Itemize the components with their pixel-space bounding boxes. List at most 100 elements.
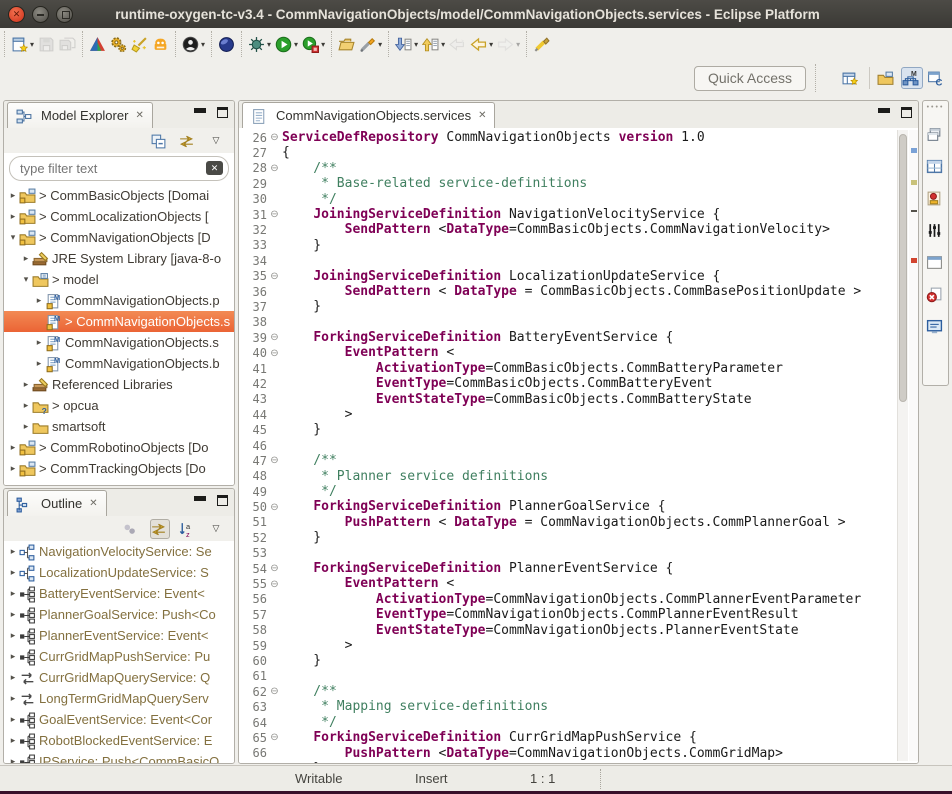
build-gears-button[interactable]: [108, 34, 129, 55]
maximize-view-button[interactable]: [217, 107, 228, 118]
outline-item[interactable]: ▸PlannerEventService: Event<: [4, 625, 234, 646]
annotation-mark[interactable]: [911, 148, 917, 153]
focus-button[interactable]: [122, 519, 142, 539]
outline-item[interactable]: ▸CurrGridMapPushService: Pu: [4, 646, 234, 667]
expand-arrow-icon[interactable]: ▸: [33, 358, 45, 369]
expand-arrow-icon[interactable]: ▸: [7, 463, 19, 474]
tree-item[interactable]: ▸MCommNavigationObjects.b: [4, 353, 234, 374]
tree-item[interactable]: ▸smartsoft: [4, 416, 234, 437]
filter-input[interactable]: [9, 156, 229, 181]
resource-perspective-button[interactable]: [876, 67, 898, 89]
minimize-view-button[interactable]: [194, 107, 205, 118]
expand-arrow-icon[interactable]: ▸: [20, 421, 32, 432]
clean-broom-button[interactable]: [129, 34, 150, 55]
dropdown-arrow-icon[interactable]: ▾: [294, 40, 298, 49]
next-annotation-button[interactable]: ▾: [393, 34, 420, 55]
dropdown-arrow-icon[interactable]: ▾: [516, 40, 520, 49]
overview-ruler[interactable]: [909, 130, 918, 761]
window-minimize-button[interactable]: [32, 6, 49, 23]
minimize-view-button[interactable]: [878, 107, 889, 118]
expand-arrow-icon[interactable]: ▸: [7, 651, 19, 662]
expand-arrow-icon[interactable]: ▸: [20, 379, 32, 390]
tree-item[interactable]: ▸> CommRobotinoObjects [Do: [4, 437, 234, 458]
expand-arrow-icon[interactable]: ▸: [33, 295, 45, 306]
dropdown-arrow-icon[interactable]: ▾: [378, 40, 382, 49]
properties-view-button[interactable]: [925, 219, 946, 240]
tab-outline[interactable]: Outline ✕: [7, 490, 107, 516]
link-with-editor-button[interactable]: [150, 519, 170, 539]
tab-model-explorer[interactable]: Model Explorer ✕: [7, 102, 153, 128]
tree-item[interactable]: ▸MCommNavigationObjects.s: [4, 332, 234, 353]
run-external-button[interactable]: ▾: [300, 34, 327, 55]
outline-item[interactable]: ▸IPService: Push<CommBasicO: [4, 751, 234, 764]
link-with-editor-button[interactable]: [178, 131, 198, 151]
fold-marker-icon[interactable]: ⊖: [267, 163, 282, 174]
window-close-button[interactable]: [8, 6, 25, 23]
fold-marker-icon[interactable]: ⊖: [267, 732, 282, 743]
expand-arrow-icon[interactable]: ▸: [7, 609, 19, 620]
outline-item[interactable]: ▸BatteryEventService: Event<: [4, 583, 234, 604]
fold-marker-icon[interactable]: ⊖: [267, 579, 282, 590]
outline-item[interactable]: ▸CurrGridMapQueryService: Q: [4, 667, 234, 688]
tree-item[interactable]: ▸> CommBasicObjects [Domai: [4, 185, 234, 206]
clear-filter-icon[interactable]: ✕: [206, 161, 223, 175]
expand-arrow-icon[interactable]: ▸: [7, 546, 19, 557]
outline-item[interactable]: ▸NavigationVelocityService: Se: [4, 541, 234, 562]
expand-arrow-icon[interactable]: ▸: [7, 630, 19, 641]
back-button[interactable]: ▾: [468, 34, 495, 55]
restore-views-button[interactable]: [925, 123, 946, 144]
scrollbar-thumb[interactable]: [899, 134, 907, 402]
console-view-button[interactable]: [925, 315, 946, 336]
expand-arrow-icon[interactable]: ▾: [20, 274, 32, 285]
outline-item[interactable]: ▸PlannerGoalService: Push<Co: [4, 604, 234, 625]
close-icon[interactable]: ✕: [135, 110, 143, 121]
view-menu-button[interactable]: ▽: [206, 519, 226, 539]
drag-handle[interactable]: ••••: [927, 104, 945, 112]
prism-button[interactable]: [87, 34, 108, 55]
outline-item[interactable]: ▸RobotBlockedEventService: E: [4, 730, 234, 751]
open-perspective-button[interactable]: [841, 67, 863, 89]
dropdown-arrow-icon[interactable]: ▾: [441, 40, 445, 49]
close-icon[interactable]: ✕: [478, 110, 486, 121]
pen-button[interactable]: ▾: [357, 34, 384, 55]
expand-arrow-icon[interactable]: ▸: [7, 567, 19, 578]
annotation-mark[interactable]: [911, 180, 917, 185]
table-view-button[interactable]: [925, 155, 946, 176]
code-editor[interactable]: 26⊖ServiceDefRepository CommNavigationOb…: [239, 130, 896, 763]
fold-marker-icon[interactable]: ⊖: [267, 209, 282, 220]
user-account-button[interactable]: ▾: [180, 34, 207, 55]
dropdown-arrow-icon[interactable]: ▾: [321, 40, 325, 49]
previous-annotation-button[interactable]: ▾: [420, 34, 447, 55]
maximize-view-button[interactable]: [901, 107, 912, 118]
expand-arrow-icon[interactable]: ▸: [7, 442, 19, 453]
debug-button[interactable]: ▾: [246, 34, 273, 55]
modeling-perspective-button[interactable]: M: [901, 67, 923, 89]
palette-view-button[interactable]: [925, 187, 946, 208]
expand-arrow-icon[interactable]: ▾: [7, 232, 19, 243]
fold-marker-icon[interactable]: ⊖: [267, 455, 282, 466]
cpp-perspective-button[interactable]: C: [926, 67, 948, 89]
expand-arrow-icon[interactable]: ▸: [7, 190, 19, 201]
dropdown-arrow-icon[interactable]: ▾: [414, 40, 418, 49]
annotation-mark[interactable]: [911, 210, 917, 212]
dropdown-arrow-icon[interactable]: ▾: [201, 40, 205, 49]
dropdown-arrow-icon[interactable]: ▾: [489, 40, 493, 49]
expand-arrow-icon[interactable]: ▸: [33, 337, 45, 348]
outline-item[interactable]: ▸LocalizationUpdateService: S: [4, 562, 234, 583]
tab-editor-services[interactable]: CommNavigationObjects.services ✕: [242, 102, 495, 128]
editor-scrollbar[interactable]: [897, 130, 908, 761]
outline-item[interactable]: ▸GoalEventService: Event<Cor: [4, 709, 234, 730]
quick-access-button[interactable]: Quick Access: [694, 66, 806, 91]
tree-item[interactable]: ▸> CommLocalizationObjects [: [4, 206, 234, 227]
expand-arrow-icon[interactable]: ▸: [7, 588, 19, 599]
sort-button[interactable]: az: [178, 519, 198, 539]
expand-arrow-icon[interactable]: ▸: [7, 693, 19, 704]
expand-arrow-icon[interactable]: ▸: [7, 714, 19, 725]
expand-arrow-icon[interactable]: ▸: [7, 756, 19, 764]
problems-view-button[interactable]: [925, 283, 946, 304]
expand-arrow-icon[interactable]: ▸: [20, 400, 32, 411]
open-folder-button[interactable]: [336, 34, 357, 55]
run-button[interactable]: ▾: [273, 34, 300, 55]
dropdown-arrow-icon[interactable]: ▾: [30, 40, 34, 49]
highlighter-button[interactable]: [531, 34, 552, 55]
